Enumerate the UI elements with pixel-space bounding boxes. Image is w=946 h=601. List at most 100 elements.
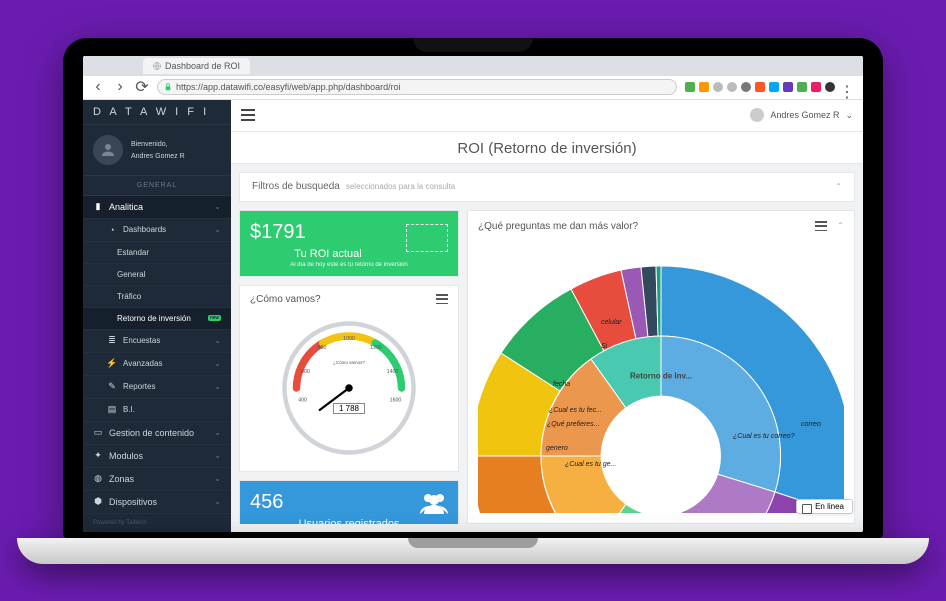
laptop-notch — [413, 38, 533, 52]
laptop-base — [17, 538, 929, 564]
sidebar-item-trafico[interactable]: Tráfico — [83, 286, 231, 308]
svg-text:800: 800 — [318, 345, 327, 351]
svg-text:¿Cómo vamos?: ¿Cómo vamos? — [333, 360, 365, 365]
sidebar-item-estandar[interactable]: Estandar — [83, 242, 231, 264]
svg-text:¿Qué prefieres...: ¿Qué prefieres... — [547, 421, 600, 428]
user-avatar-icon — [750, 108, 764, 122]
address-bar[interactable]: https://app.datawifi.co/easyfi/web/app.p… — [157, 79, 677, 95]
laptop-bezel: Dashboard de ROI ‹ › ⟳ https://app.dataw… — [63, 38, 883, 538]
page-title: ROI (Retorno de inversión) — [231, 132, 863, 164]
pin-icon: ⬢ — [93, 497, 103, 507]
filters-hint: seleccionados para la consulta — [346, 182, 455, 191]
chevron-down-icon: ⌄ — [214, 202, 221, 211]
ext-icon[interactable] — [797, 82, 807, 92]
chevron-down-icon: ⌄ — [214, 225, 221, 234]
svg-text:1000: 1000 — [343, 336, 355, 342]
users-icon — [420, 492, 448, 517]
svg-text:genero: genero — [546, 445, 568, 452]
bi-icon: ▤ — [107, 405, 117, 415]
sidebar-nav: ▮Analitica⌄ ◔Dashboards⌄ Estandar Genera… — [83, 196, 231, 514]
forward-button[interactable]: › — [113, 80, 127, 94]
kebab-icon[interactable]: ⋮ — [839, 82, 855, 92]
globe-icon: ◍ — [93, 474, 103, 484]
back-button[interactable]: ‹ — [91, 80, 105, 94]
sunburst-center-label: Retorno de Inv... — [630, 372, 692, 381]
tab-title: Dashboard de ROI — [165, 61, 240, 71]
welcome-box: Bienvenido, Andres Gomez R — [83, 125, 231, 176]
chart-bar-icon: ▮ — [93, 202, 103, 212]
sidebar-item-gestion[interactable]: ▭Gestion de contenido⌄ — [83, 422, 231, 445]
sidebar-item-zonas[interactable]: ◍Zonas⌄ — [83, 468, 231, 491]
svg-text:1600: 1600 — [390, 397, 402, 403]
browser-toolbar: ‹ › ⟳ https://app.datawifi.co/easyfi/web… — [83, 76, 863, 100]
sidebar-item-avanzadas[interactable]: ⚡Avanzadas⌄ — [83, 353, 231, 376]
ext-icon[interactable] — [685, 82, 695, 92]
svg-text:Si: Si — [601, 343, 608, 350]
extension-icons: ⋮ — [685, 82, 855, 92]
menu-toggle-button[interactable] — [241, 109, 255, 121]
sunburst-chart: correo ¿Cual es tu correo? genero ¿Cual … — [478, 240, 844, 513]
lock-icon — [164, 83, 172, 91]
chevron-up-icon: ⌃ — [835, 182, 842, 191]
bolt-icon: ⚡ — [107, 359, 117, 369]
sidebar-item-bi[interactable]: ▤B.I. — [83, 399, 231, 422]
app-root: D A T A W I F I Bienvenido, Andres Gomez… — [83, 100, 863, 532]
sidebar-item-analitica[interactable]: ▮Analitica⌄ — [83, 196, 231, 219]
sidebar-item-dispositivos[interactable]: ⬢Dispositivos⌄ — [83, 491, 231, 514]
chevron-down-icon: ⌄ — [214, 497, 221, 506]
sidebar-item-reportes[interactable]: ✎Reportes⌄ — [83, 376, 231, 399]
ext-icon[interactable] — [727, 82, 737, 92]
sidebar-item-encuestas[interactable]: ≣Encuestas⌄ — [83, 330, 231, 353]
svg-text:¿Cual es tu fec...: ¿Cual es tu fec... — [549, 407, 602, 414]
ext-icon[interactable] — [769, 82, 779, 92]
list-icon: ≣ — [107, 336, 117, 346]
sidebar-item-retorno[interactable]: Retorno de inversiónnew — [83, 308, 231, 330]
ext-icon[interactable] — [699, 82, 709, 92]
gauge-title: ¿Cómo vamos? — [250, 294, 321, 305]
chevron-down-icon: ⌄ — [214, 474, 221, 483]
browser-tab[interactable]: Dashboard de ROI — [143, 58, 250, 74]
gauge-card: ¿Cómo vamos? — [239, 285, 459, 472]
chevron-down-icon: ⌄ — [214, 382, 221, 391]
gauge-chart: 400 600 800 1000 1200 1400 1600 — [250, 313, 448, 463]
monitor-icon: ▭ — [93, 428, 103, 438]
ext-icon[interactable] — [811, 82, 821, 92]
sunburst-title: ¿Qué preguntas me dan más valor? — [478, 221, 638, 232]
top-user-menu[interactable]: Andres Gomez R ⌄ — [750, 108, 853, 122]
card-menu-button[interactable] — [436, 294, 448, 304]
doc-icon: ✎ — [107, 382, 117, 392]
svg-text:600: 600 — [301, 369, 310, 375]
online-status-chip[interactable]: En linea — [796, 499, 853, 514]
ext-icon[interactable] — [741, 82, 751, 92]
top-user-name: Andres Gomez R — [770, 110, 839, 120]
sidebar-item-dashboards[interactable]: ◔Dashboards⌄ — [83, 219, 231, 242]
gauge-icon: ◔ — [107, 225, 117, 235]
roi-card: $1791 Tu ROI actual Al día de hoy este e… — [239, 210, 459, 277]
sidebar-item-general[interactable]: General — [83, 264, 231, 286]
card-menu-button[interactable] — [815, 221, 827, 231]
reload-button[interactable]: ⟳ — [135, 80, 149, 94]
powered-by: Powered by Tailtech — [83, 514, 231, 532]
sidebar-item-modulos[interactable]: ✦Modulos⌄ — [83, 445, 231, 468]
chevron-down-icon: ⌄ — [214, 336, 221, 345]
questions-value-card: ¿Qué preguntas me dan más valor? ⌃ — [467, 210, 855, 524]
filters-title: Filtros de busqueda — [252, 181, 340, 192]
sidebar: D A T A W I F I Bienvenido, Andres Gomez… — [83, 100, 231, 532]
brand-logo: D A T A W I F I — [83, 100, 231, 125]
svg-text:celular: celular — [601, 319, 622, 326]
ext-icon[interactable] — [783, 82, 793, 92]
chevron-down-icon: ⌄ — [214, 451, 221, 460]
globe-icon — [153, 62, 161, 70]
left-column: $1791 Tu ROI actual Al día de hoy este e… — [239, 210, 459, 524]
chevron-down-icon: ⌄ — [214, 428, 221, 437]
welcome-greeting: Bienvenido, — [131, 141, 168, 148]
ext-icon[interactable] — [713, 82, 723, 92]
profile-avatar-icon[interactable] — [825, 82, 835, 92]
modules-icon: ✦ — [93, 451, 103, 461]
laptop-mock: Dashboard de ROI ‹ › ⟳ https://app.dataw… — [63, 38, 883, 564]
users-amount: 456 — [250, 491, 448, 514]
filters-panel[interactable]: Filtros de busqueda seleccionados para l… — [239, 172, 855, 202]
money-icon — [406, 224, 448, 252]
ext-icon[interactable] — [755, 82, 765, 92]
chevron-down-icon: ⌄ — [214, 359, 221, 368]
